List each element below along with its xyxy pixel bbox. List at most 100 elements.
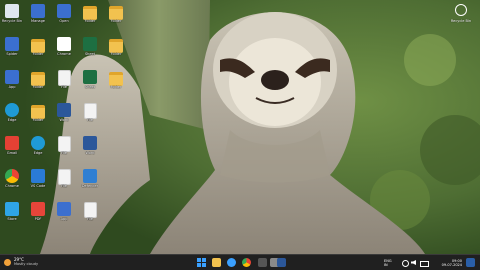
desktop-icon-label: Gmail [6,151,18,155]
desktop-icon-label: Store [7,217,17,221]
desktop-icon[interactable]: Folder [26,68,50,94]
desktop-icon-label: App [8,85,16,89]
desktop-icon-label: Word [59,118,69,122]
desktop-icon-label: Sheet [84,85,96,89]
desktop-icon[interactable]: VS Code [26,167,50,193]
desktop-icon[interactable]: Edge [26,134,50,160]
store-icon [5,202,19,216]
app-icon [31,4,45,18]
desktop-icon[interactable]: Sheet [78,35,102,61]
folder-icon [31,72,45,86]
desktop-icon-label: Spider [6,52,18,56]
document-icon [58,169,71,185]
weather-icon [4,259,11,266]
desktop-icon[interactable]: Open [52,2,76,28]
top-right-desktop-icon[interactable]: Recycle Bin [444,2,478,32]
desktop-icon[interactable]: Folder [26,101,50,127]
app-icon [57,202,71,216]
desktop-icon[interactable]: Folder [104,35,128,61]
taskbar: 29°C Mostly cloudy ENG IN 09:00 09-07-20… [0,254,480,270]
desktop-icon-label: Chrome [5,184,19,188]
desktop-icon[interactable]: Chrome [52,35,76,61]
desktop-icon[interactable]: App [52,200,76,226]
desktop-icon-label: Folder [32,52,44,56]
desktop-icon[interactable]: Edge [0,101,24,127]
desktop-icon[interactable]: Folder [104,68,128,94]
desktop-icon-label: Manage [31,19,45,23]
folder-icon [109,39,123,53]
desktop-icon-label: Folder [32,85,44,89]
document-icon [84,103,97,119]
desktop-icon-grid: Recycle Bin Manage Open Folder Folder Spider F… [0,0,480,254]
desktop-icon-label: File [87,118,93,122]
desktop-icon[interactable]: File [52,167,76,193]
desktop-icon[interactable]: Folder [104,2,128,28]
desktop-icon-label: Sheet [84,52,96,56]
word-icon[interactable] [277,258,286,267]
desktop-icon[interactable]: Sheet [78,68,102,94]
desktop-icon-label: Recycle Bin [1,19,23,23]
excel-icon [83,37,97,51]
google-icon [57,37,71,51]
windows-start-icon[interactable] [197,258,206,267]
desktop-icon[interactable]: Word [78,134,102,160]
top-right-icon-label: Recycle Bin [450,19,472,23]
app-icon [5,37,19,51]
desktop-icon[interactable]: PDF [26,200,50,226]
desktop-icon-label: Word [85,151,95,155]
document-icon [58,136,71,152]
excel-icon [83,70,97,84]
folder-icon [83,6,97,20]
notification-icon[interactable] [466,258,475,267]
desktop-icon[interactable]: Folder [26,35,50,61]
shield-icon [83,169,97,183]
desktop-icon-label: Folder [110,85,122,89]
gmail-icon [5,136,19,150]
desktop-icon-label: Chrome [57,52,71,56]
desktop-icon[interactable]: Defender [78,167,102,193]
document-icon [58,70,71,86]
desktop-icon[interactable]: Spider [0,35,24,61]
vscode-icon [31,169,45,183]
clock[interactable]: 09:00 09-07-2024 [440,259,462,267]
desktop-icon[interactable]: Folder [78,2,102,28]
desktop-icon[interactable]: Gmail [0,134,24,160]
word-icon [83,136,97,150]
desktop-icon-label: File [61,151,67,155]
system-tray-icons[interactable] [402,259,432,267]
desktop-icon-label: App [60,217,68,221]
volume-icon [411,260,416,265]
desktop-icon-label: Edge [7,118,17,122]
desktop-icon-label: File [61,85,67,89]
settings-circle-icon [455,4,467,16]
app-icon [5,70,19,84]
settings-icon[interactable] [258,258,267,267]
desktop-icon[interactable]: Word [52,101,76,127]
desktop-icon[interactable]: App [0,68,24,94]
desktop-icon-label: Defender [81,184,99,188]
desktop-icon-label: VS Code [30,184,46,188]
file-explorer-icon[interactable] [212,258,221,267]
desktop-icon[interactable]: Recycle Bin [0,2,24,28]
desktop-icon[interactable]: File [78,101,102,127]
desktop-icon-label: File [87,217,93,221]
desktop-icon-label: Edge [33,151,43,155]
desktop-icon[interactable]: File [78,200,102,226]
edge-icon [5,103,19,117]
wifi-icon [402,260,409,267]
desktop-icon[interactable]: File [52,68,76,94]
desktop-icon-label: File [61,184,67,188]
chrome-icon [5,169,19,183]
edge-icon[interactable] [227,258,236,267]
document-icon [84,202,97,218]
app-icon [57,4,71,18]
word-icon [57,103,71,117]
desktop-icon[interactable]: File [52,134,76,160]
weather-condition: Mostly cloudy [14,262,39,266]
folder-icon [109,72,123,86]
desktop-icon[interactable]: Store [0,200,24,226]
desktop-icon[interactable]: Manage [26,2,50,28]
desktop-icon[interactable]: Chrome [0,167,24,193]
chrome-icon[interactable] [242,258,251,267]
desktop-icon-label: Open [59,19,69,23]
